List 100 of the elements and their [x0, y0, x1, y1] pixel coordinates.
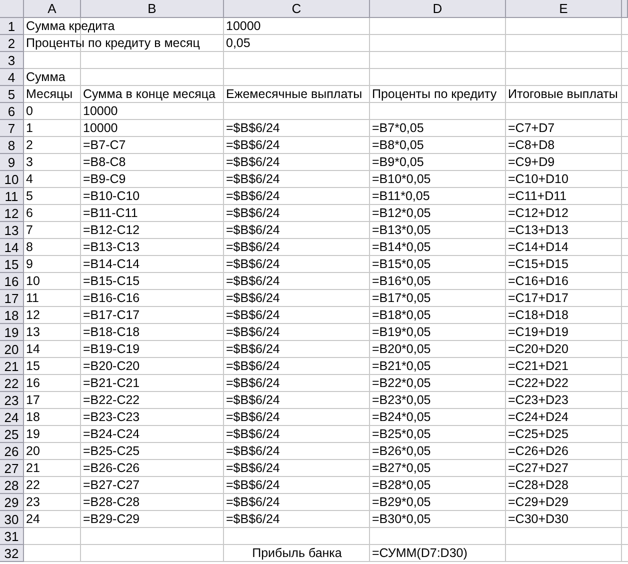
- table-cell-text: 10000: [82, 121, 119, 136]
- table-cell-text: =$B$6/24: [225, 461, 281, 476]
- row-header[interactable]: 23: [0, 392, 24, 409]
- table-cell-text: =C21+D21: [507, 359, 570, 374]
- table-cell-text: 19: [25, 427, 41, 442]
- table-cell-text: 7: [25, 223, 34, 238]
- row-header[interactable]: 24: [0, 409, 24, 426]
- row-header[interactable]: 26: [0, 443, 24, 460]
- table-cell-text: =C19+D19: [507, 325, 570, 340]
- table-cell-text: 20: [25, 444, 41, 459]
- table-cell-text: =B20*0,05: [371, 342, 432, 357]
- row-header[interactable]: 16: [0, 273, 24, 290]
- row-header[interactable]: 20: [0, 341, 24, 358]
- table-cell-text: =$B$6/24: [225, 223, 281, 238]
- column-header[interactable]: A: [24, 0, 81, 18]
- row-header[interactable]: 13: [0, 222, 24, 239]
- table-cell-text: =B18*0,05: [371, 308, 432, 323]
- table-cell-text: =B11-C11: [82, 206, 139, 221]
- table-cell-text: Прибыль банка: [251, 546, 343, 561]
- table-cell-text: =$B$6/24: [225, 393, 281, 408]
- row-header[interactable]: 18: [0, 307, 24, 324]
- table-cell-text: Месяцы: [25, 87, 74, 102]
- row-header[interactable]: 25: [0, 426, 24, 443]
- table-cell-text: =$B$6/24: [225, 206, 281, 221]
- table-cell-text: =B10-C10: [82, 189, 141, 204]
- row-header[interactable]: 22: [0, 375, 24, 392]
- table-cell-text: =B21-C21: [82, 376, 141, 391]
- table-cell-text: =B14*0,05: [371, 240, 432, 255]
- table-cell-text: =СУММ(D7:D30): [371, 546, 468, 561]
- table-cell-text: Итоговые выплаты: [507, 87, 619, 102]
- row-header[interactable]: 15: [0, 256, 24, 273]
- row-header[interactable]: 7: [0, 120, 24, 137]
- row-header[interactable]: 21: [0, 358, 24, 375]
- table-cell-text: =C29+D29: [507, 495, 570, 510]
- column-header[interactable]: [622, 0, 628, 18]
- row-header[interactable]: 4: [0, 69, 24, 86]
- table-cell-text: =C20+D20: [507, 342, 570, 357]
- table-cell-text: 16: [25, 376, 41, 391]
- table-cell-text: =C17+D17: [507, 291, 570, 306]
- row-header[interactable]: 5: [0, 86, 24, 103]
- table-cell-text: =B22-C22: [82, 393, 141, 408]
- column-header[interactable]: D: [370, 0, 506, 18]
- column-header[interactable]: E: [506, 0, 622, 18]
- column-header[interactable]: C: [224, 0, 370, 18]
- table-cell-text: =$B$6/24: [225, 444, 281, 459]
- table-cell-text: =B16*0,05: [371, 274, 432, 289]
- table-cell-text: =C24+D24: [507, 410, 570, 425]
- table-cell-text: =C8+D8: [507, 138, 556, 153]
- table-cell-text: 9: [25, 257, 34, 272]
- table-cell-text: =C23+D23: [507, 393, 570, 408]
- row-header[interactable]: 19: [0, 324, 24, 341]
- table-cell-text: 11: [25, 291, 40, 306]
- row-header[interactable]: 27: [0, 460, 24, 477]
- row-header[interactable]: 30: [0, 511, 24, 528]
- row-header[interactable]: 17: [0, 290, 24, 307]
- row-header[interactable]: 8: [0, 137, 24, 154]
- row-header[interactable]: 31: [0, 528, 24, 545]
- table-cell-text: =B24*0,05: [371, 410, 432, 425]
- row-header[interactable]: 29: [0, 494, 24, 511]
- row-header[interactable]: 10: [0, 171, 24, 188]
- row-header[interactable]: 11: [0, 188, 24, 205]
- table-cell-text: 14: [25, 342, 41, 357]
- table-cell-text: =C22+D22: [507, 376, 570, 391]
- table-cell-text: =B28*0,05: [371, 478, 432, 493]
- column-header[interactable]: B: [81, 0, 224, 18]
- table-cell-text: =B27*0,05: [371, 461, 432, 476]
- table-cell-text: 3: [25, 155, 34, 170]
- table-cell-text: =$B$6/24: [225, 274, 281, 289]
- table-cell-text: =$B$6/24: [225, 138, 281, 153]
- row-header[interactable]: 28: [0, 477, 24, 494]
- table-cell-text: =C27+D27: [507, 461, 570, 476]
- row-header[interactable]: 6: [0, 103, 24, 120]
- row-header[interactable]: 32: [0, 545, 24, 562]
- table-cell-text: 5: [25, 189, 34, 204]
- table-cell-text: =B26-C26: [82, 461, 141, 476]
- table-cell-text: =B28-C28: [82, 495, 141, 510]
- table-cell-text: =B24-C24: [82, 427, 141, 442]
- table-cell-text: =C28+D28: [507, 478, 570, 493]
- row-header[interactable]: 2: [0, 35, 24, 52]
- table-cell-text: =C15+D15: [507, 257, 570, 272]
- select-all-corner[interactable]: [0, 0, 24, 18]
- row-header[interactable]: 12: [0, 205, 24, 222]
- row-header[interactable]: 9: [0, 154, 24, 171]
- table-cell-text: =C16+D16: [507, 274, 570, 289]
- table-cell-text: =B14-C14: [82, 257, 141, 272]
- table-cell-text: 4: [25, 172, 34, 187]
- table-cell-text: 2: [25, 138, 34, 153]
- row-header[interactable]: 3: [0, 52, 24, 69]
- table-cell-text: 10000: [82, 104, 119, 119]
- table-cell-text: =C14+D14: [507, 240, 570, 255]
- table-cell-text: =B17*0,05: [371, 291, 432, 306]
- table-cell-text: =B19*0,05: [371, 325, 432, 340]
- table-cell-text: =C25+D25: [507, 427, 570, 442]
- table-cell-text: =B12*0,05: [371, 206, 432, 221]
- table-cell-text: =C9+D9: [507, 155, 556, 170]
- table-cell-text: =B26*0,05: [371, 444, 432, 459]
- table-cell-text: 12: [25, 308, 41, 323]
- row-header[interactable]: 1: [0, 18, 24, 35]
- row-header[interactable]: 14: [0, 239, 24, 256]
- table-cell-text: =B7*0,05: [371, 121, 425, 136]
